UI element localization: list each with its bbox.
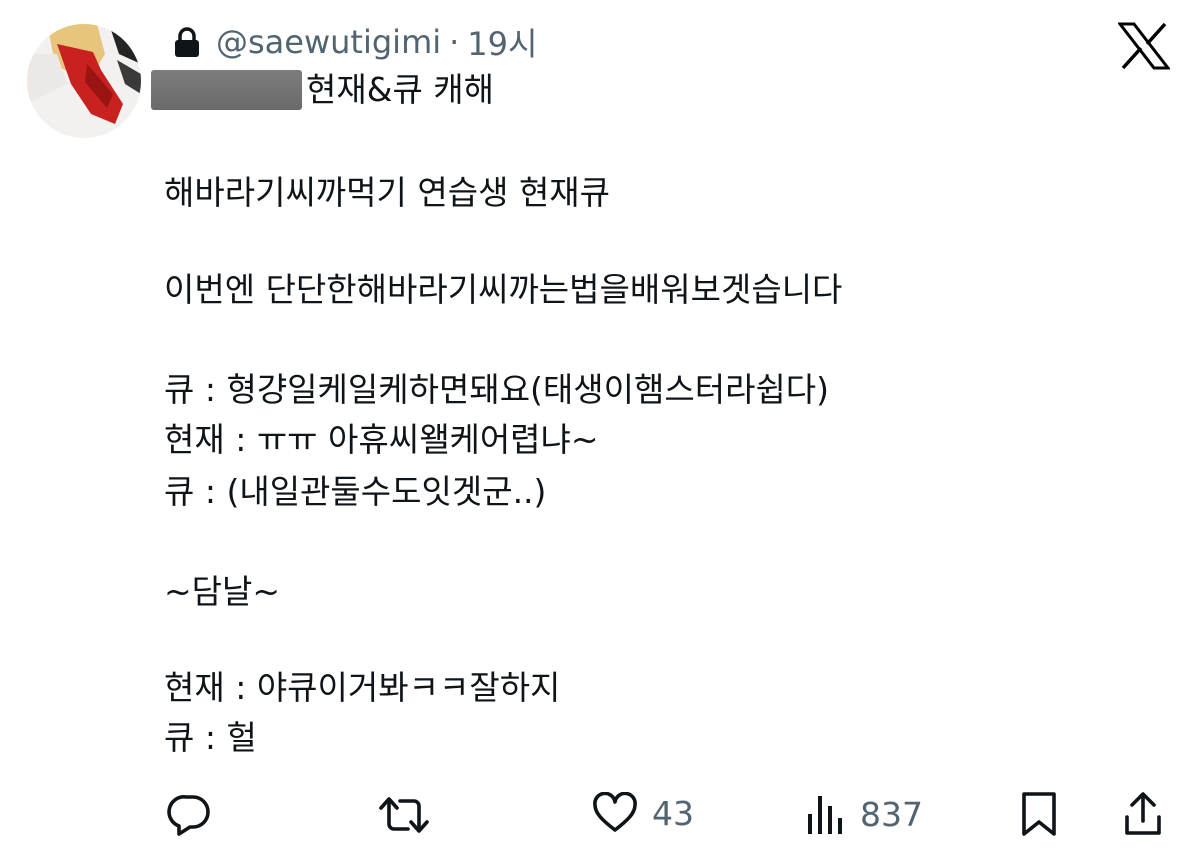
tweet-line: 큐 : 형걍일케일케하면돼요(태생이햄스터라쉽다): [164, 370, 830, 409]
tweet-timestamp[interactable]: 19시: [467, 19, 537, 65]
share-icon: [1125, 792, 1161, 835]
bookmark-button[interactable]: [1020, 791, 1058, 837]
lock-icon: [174, 27, 200, 57]
like-button[interactable]: 43: [592, 792, 694, 834]
views-count: 837: [860, 794, 923, 834]
dot-separator: ·: [449, 23, 460, 61]
tweet-line: 큐 : (내일관둘수도잇겟군..): [164, 472, 547, 511]
share-button[interactable]: [1124, 791, 1162, 837]
reply-icon: [167, 795, 210, 836]
tweet-line: 이번엔 단단한해바라기씨까는법을배워보겟습니다: [164, 270, 843, 309]
like-count: 43: [652, 793, 694, 833]
bookmark-icon: [1022, 792, 1056, 836]
redacted-mention: [151, 70, 302, 110]
retweet-button[interactable]: [378, 794, 430, 836]
reply-button[interactable]: [166, 793, 212, 837]
retweet-icon: [379, 797, 429, 833]
avatar[interactable]: [27, 24, 141, 138]
tweet-header: @saewutigimi · 19시: [174, 19, 537, 65]
heart-icon: [593, 792, 637, 832]
reply-context: 현재&큐 캐해: [306, 70, 495, 109]
tweet-line: 현재 : ㅠㅠ 아휴씨왤케어렵냐~: [164, 420, 599, 459]
author-handle[interactable]: @saewutigimi: [216, 23, 441, 61]
x-logo-icon[interactable]: [1116, 22, 1172, 70]
views-button[interactable]: 837: [806, 792, 923, 836]
views-chart-icon: [808, 796, 842, 834]
tweet-line: 큐 : 헐: [164, 718, 257, 757]
avatar-image: [27, 24, 141, 138]
tweet-line: ~담날~: [164, 572, 281, 611]
tweet-action-bar: 43 837: [0, 786, 1200, 846]
tweet-line: 해바라기씨까먹기 연습생 현재큐: [164, 173, 611, 212]
tweet-line: 현재 : 야큐이거봐ㅋㅋ잘하지: [164, 668, 561, 707]
